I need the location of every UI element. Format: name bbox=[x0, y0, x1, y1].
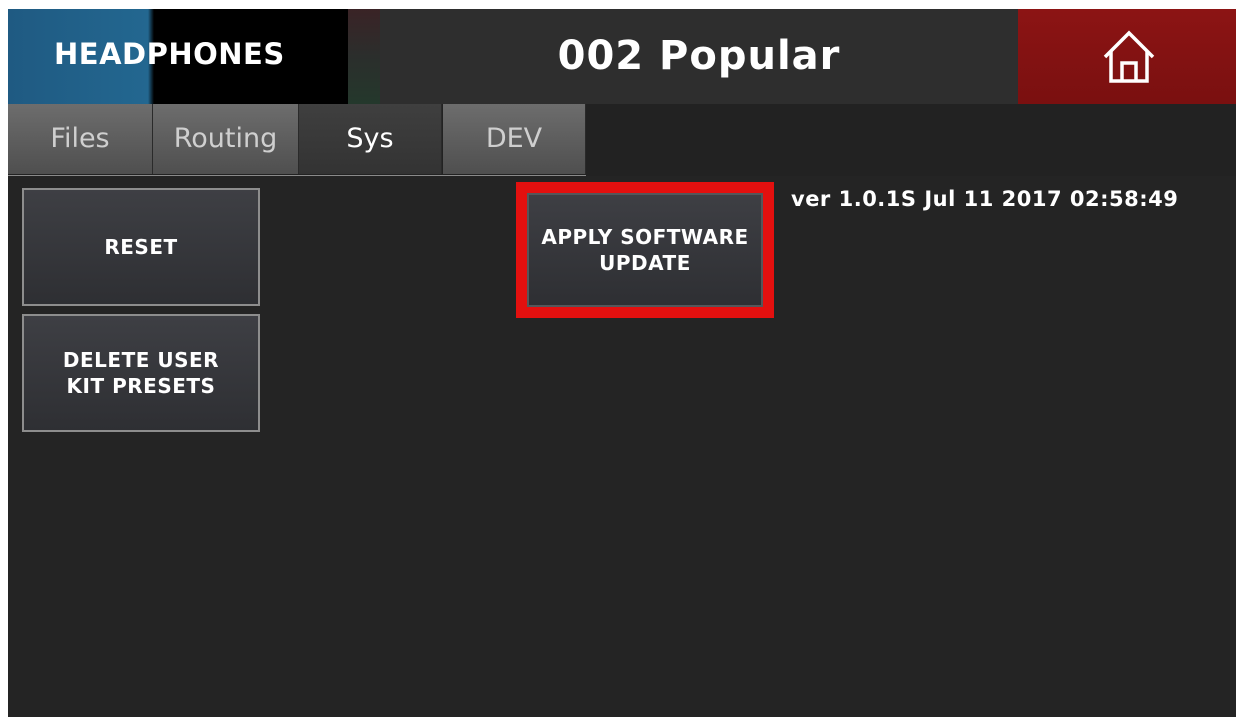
delete-user-kit-presets-button[interactable]: DELETE USER KIT PRESETS bbox=[22, 314, 260, 432]
kit-name: 002 Popular bbox=[557, 33, 841, 79]
tab-dev[interactable]: DEV bbox=[443, 104, 586, 174]
delete-presets-label: DELETE USER KIT PRESETS bbox=[62, 348, 220, 398]
home-icon bbox=[1103, 30, 1155, 83]
reset-button[interactable]: RESET bbox=[22, 188, 260, 306]
reset-button-label: RESET bbox=[104, 235, 178, 259]
tab-routing[interactable]: Routing bbox=[153, 104, 299, 174]
output-label: HEADPHONES bbox=[54, 37, 285, 71]
highlight-frame bbox=[516, 182, 774, 318]
tab-divider bbox=[8, 175, 586, 176]
output-selector[interactable]: HEADPHONES bbox=[8, 9, 348, 104]
tab-files[interactable]: Files bbox=[8, 104, 153, 174]
home-button[interactable] bbox=[1018, 9, 1236, 104]
device-screen: HEADPHONES 002 Popular Files Routing Sys… bbox=[8, 9, 1236, 717]
kit-name-area[interactable]: 002 Popular bbox=[380, 9, 1018, 104]
tab-bar: Files Routing Sys DEV bbox=[8, 104, 1236, 176]
version-label: ver 1.0.1S Jul 11 2017 02:58:49 bbox=[791, 187, 1179, 211]
header-bar: HEADPHONES 002 Popular bbox=[8, 9, 1236, 104]
tab-sys[interactable]: Sys bbox=[299, 104, 442, 174]
level-meter bbox=[348, 9, 380, 104]
